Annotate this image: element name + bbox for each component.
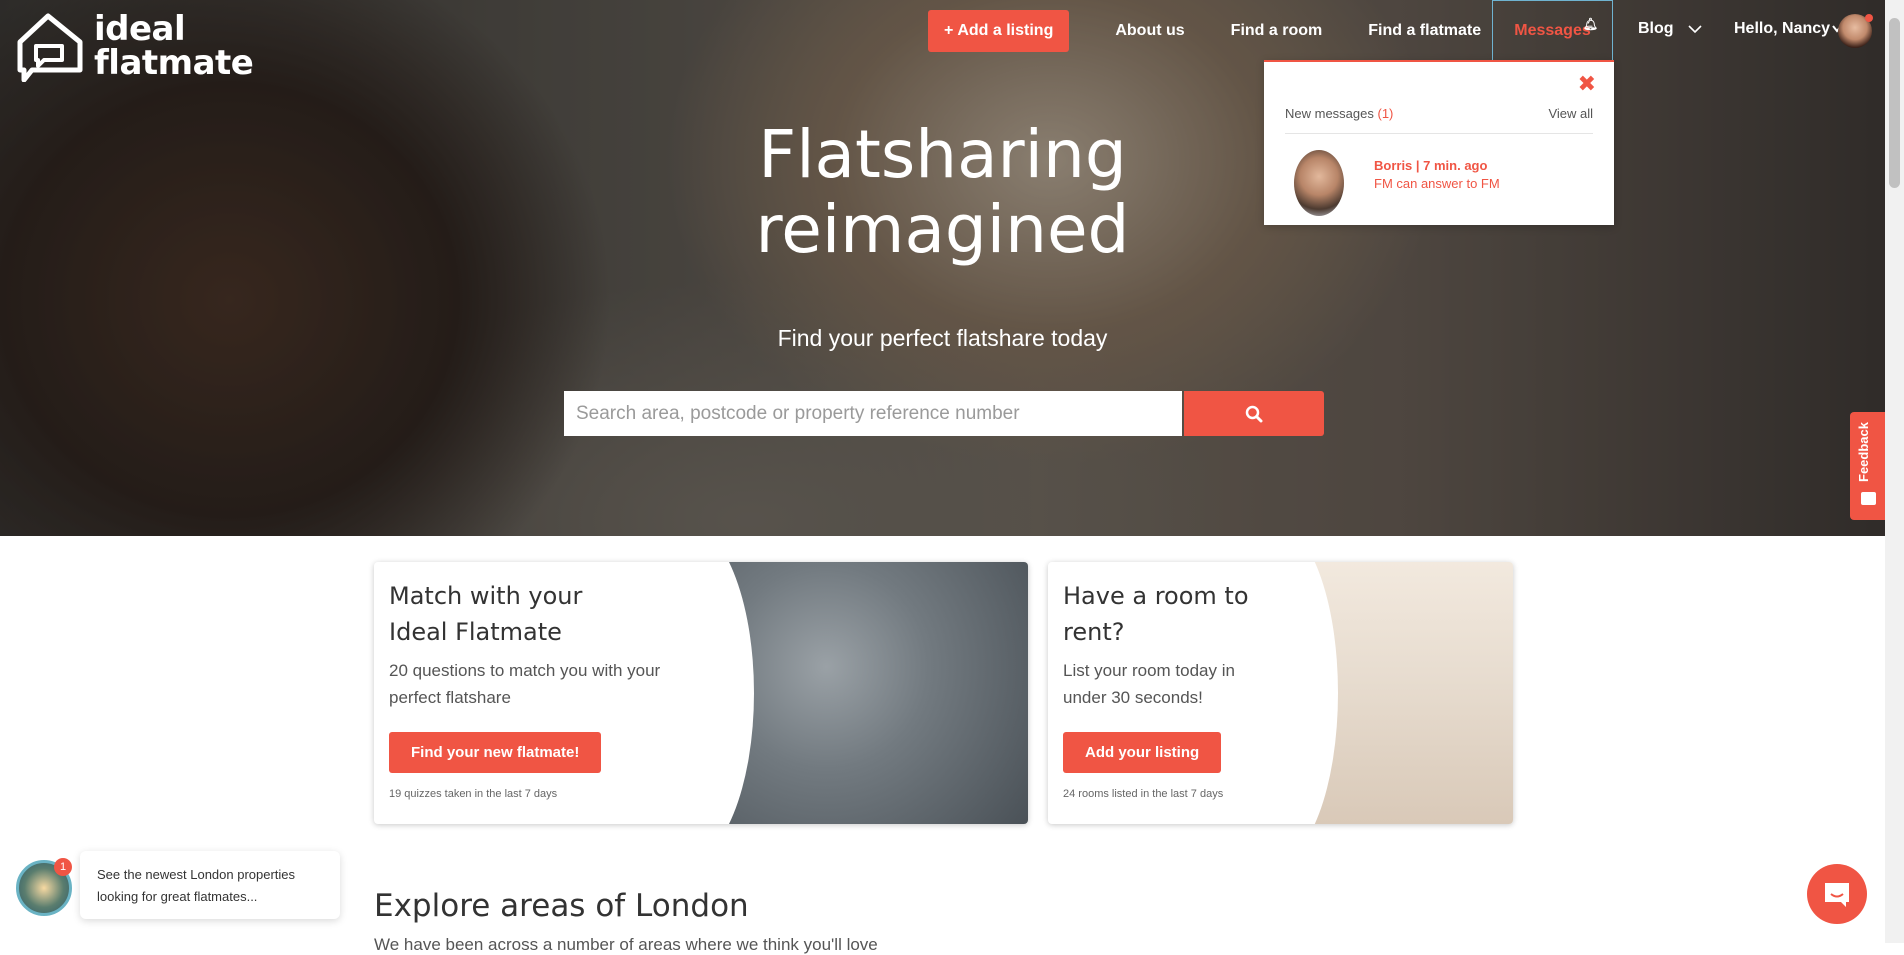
chat-message-bubble[interactable]: See the newest London properties looking… bbox=[80, 851, 340, 919]
main-nav: + Add a listing About us Find a room Fin… bbox=[928, 10, 1481, 52]
search-button[interactable] bbox=[1184, 391, 1324, 436]
hero-subtitle: Find your perfect flatshare today bbox=[777, 325, 1108, 351]
explore-title: Explore areas of London bbox=[374, 888, 749, 924]
card-text: List your room today in under 30 seconds… bbox=[1063, 661, 1235, 707]
add-listing-button[interactable]: + Add a listing bbox=[928, 10, 1070, 52]
card-note: 19 quizzes taken in the last 7 days bbox=[389, 788, 558, 800]
view-all-link[interactable]: View all bbox=[1548, 106, 1593, 121]
feedback-icon bbox=[1861, 492, 1876, 505]
nav-find-flatmate[interactable]: Find a flatmate bbox=[1368, 22, 1481, 40]
nav-messages[interactable]: Messages 🔔︎ bbox=[1492, 0, 1613, 61]
card-title: Have a room to rent? bbox=[1063, 582, 1249, 646]
search-input[interactable] bbox=[564, 391, 1182, 436]
chevron-down-icon bbox=[1687, 25, 1702, 34]
feedback-tab[interactable]: Feedback bbox=[1850, 412, 1888, 520]
chat-launcher-button[interactable] bbox=[1807, 864, 1867, 924]
logo-house-icon bbox=[17, 13, 83, 82]
nav-blog[interactable]: Blog bbox=[1638, 20, 1702, 38]
close-icon[interactable]: ✖ bbox=[1578, 72, 1596, 97]
logo-text: ideal flatmate bbox=[94, 9, 254, 83]
message-preview: FM can answer to FM bbox=[1374, 176, 1500, 191]
message-item[interactable]: Borris | 7 min. ago FM can answer to FM bbox=[1294, 150, 1500, 216]
chat-icon bbox=[1825, 883, 1849, 907]
scrollbar-thumb[interactable] bbox=[1889, 18, 1900, 188]
user-menu[interactable]: Hello, Nancy bbox=[1734, 20, 1842, 38]
chat-badge: 1 bbox=[54, 858, 72, 876]
logo[interactable]: ideal flatmate bbox=[14, 9, 254, 83]
messages-header: New messages (1) View all bbox=[1285, 106, 1593, 134]
sender-avatar bbox=[1294, 150, 1344, 216]
explore-subtitle: We have been across a number of areas wh… bbox=[374, 935, 878, 954]
nav-about-us[interactable]: About us bbox=[1115, 22, 1184, 40]
search-icon bbox=[1245, 405, 1263, 422]
match-card: Match with your Ideal Flatmate 20 questi… bbox=[374, 562, 1028, 824]
find-flatmate-button[interactable]: Find your new flatmate! bbox=[389, 732, 602, 773]
bell-icon: 🔔︎ bbox=[1582, 17, 1598, 31]
add-room-card: Have a room to rent? List your room toda… bbox=[1048, 562, 1513, 824]
plus-icon: + bbox=[944, 22, 954, 39]
messages-dropdown: ✖ New messages (1) View all Borris | 7 m… bbox=[1264, 60, 1614, 225]
page-scrollbar[interactable] bbox=[1885, 0, 1904, 943]
message-sender: Borris | 7 min. ago bbox=[1374, 158, 1488, 173]
notification-dot bbox=[1865, 14, 1873, 22]
nav-find-room[interactable]: Find a room bbox=[1231, 22, 1323, 40]
add-your-listing-button[interactable]: Add your listing bbox=[1063, 732, 1222, 773]
messages-count: (1) bbox=[1377, 106, 1394, 121]
card-note: 24 rooms listed in the last 7 days bbox=[1063, 788, 1224, 800]
card-text: 20 questions to match you with your perf… bbox=[389, 661, 661, 707]
card-title: Match with your Ideal Flatmate bbox=[389, 582, 583, 646]
